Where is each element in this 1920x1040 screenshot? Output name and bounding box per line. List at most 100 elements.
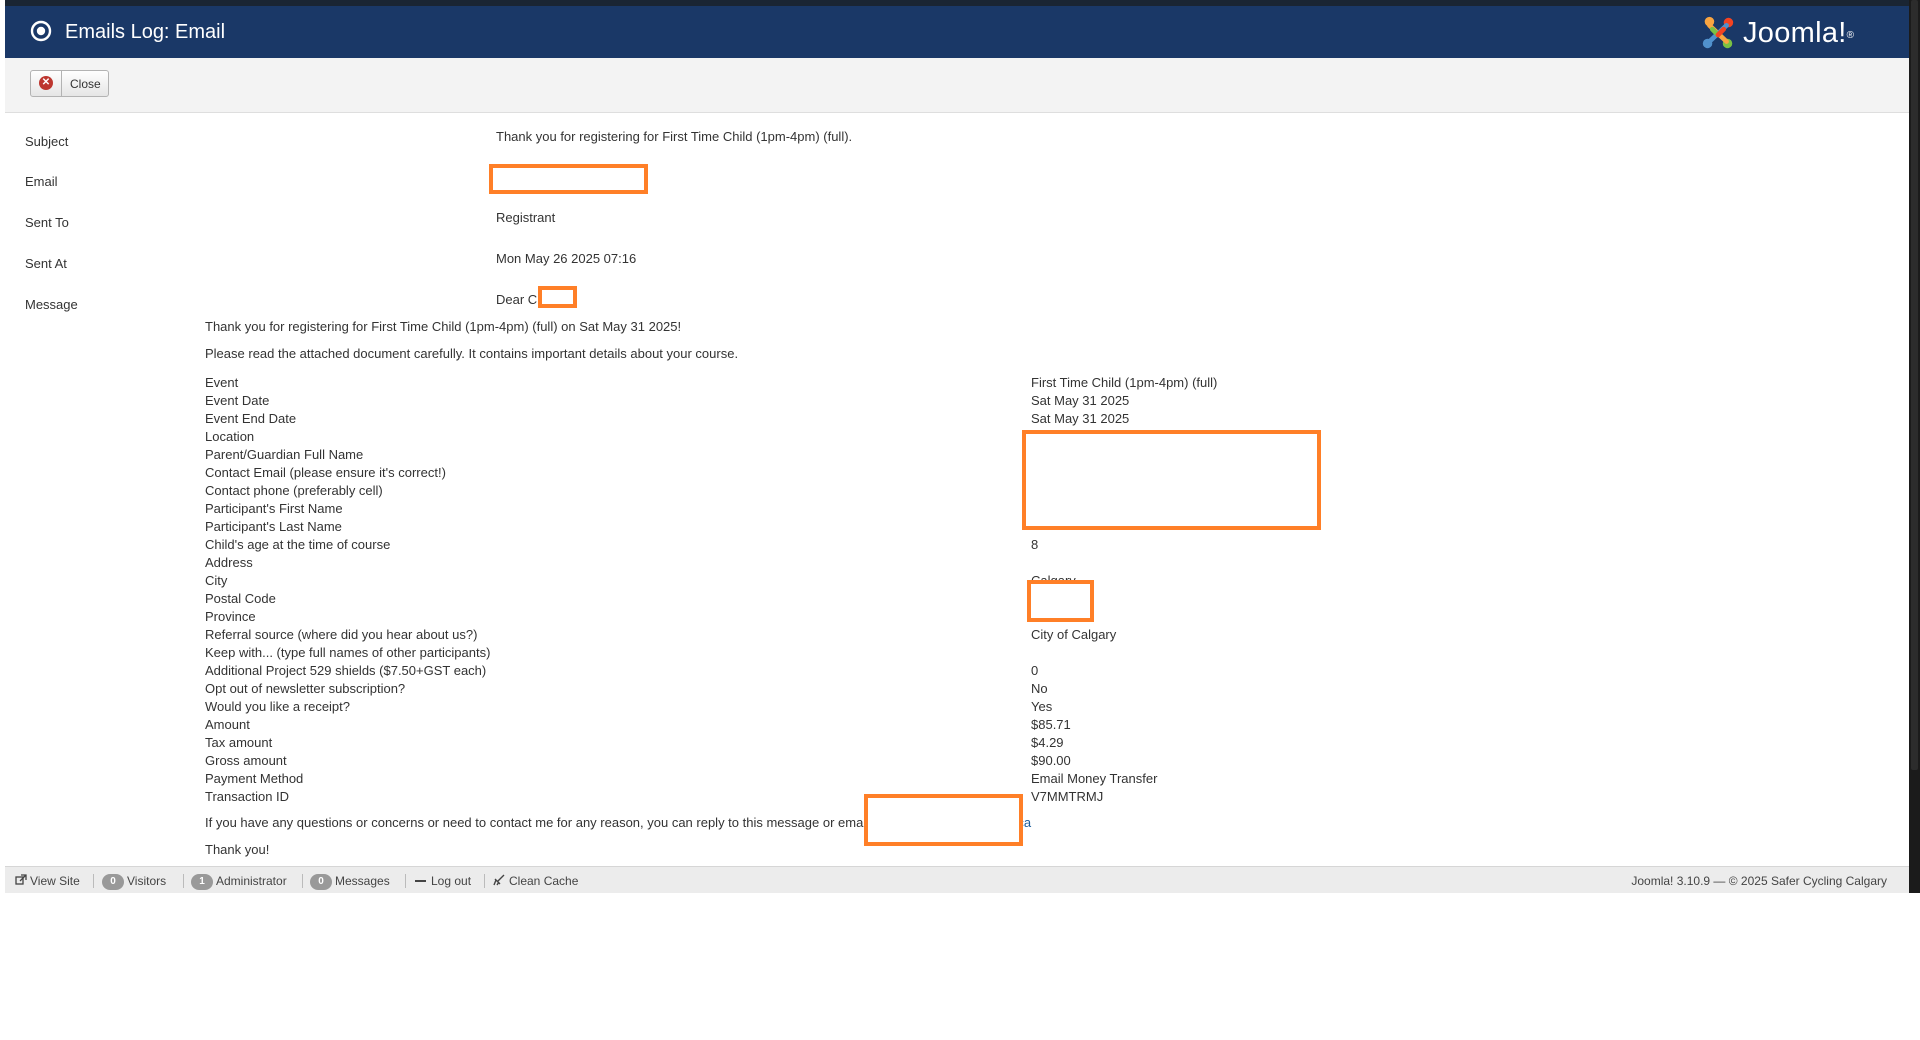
detail-key: Child's age at the time of course bbox=[205, 537, 391, 552]
detail-value: 0 bbox=[1031, 663, 1039, 678]
detail-key: Contact phone (preferably cell) bbox=[205, 483, 383, 498]
details-row: Gross amount $90.00 bbox=[205, 752, 1217, 770]
details-row: Event Date Sat May 31 2025 bbox=[205, 392, 1217, 410]
detail-value: 8 bbox=[1031, 537, 1039, 552]
page-title: Emails Log: Email bbox=[65, 21, 226, 43]
detail-value bbox=[1031, 554, 1217, 572]
radio-circle-icon bbox=[30, 20, 52, 42]
details-row: Additional Project 529 shields ($7.50+GS… bbox=[205, 662, 1217, 680]
messages-status[interactable]: 0 Messages bbox=[310, 874, 390, 890]
close-button[interactable]: ✕ Close bbox=[30, 70, 109, 97]
joomla-mark-icon bbox=[1702, 16, 1734, 49]
detail-key: Event Date bbox=[205, 393, 270, 408]
detail-value: V7MMTRMJ bbox=[1031, 789, 1104, 804]
minus-icon bbox=[415, 880, 426, 882]
detail-key: Keep with... (type full names of other p… bbox=[205, 645, 491, 660]
detail-value: Sat May 31 2025 bbox=[1031, 393, 1130, 408]
status-bar: View Site 0 Visitors 1 Administrator 0 Mess… bbox=[5, 866, 1909, 893]
close-icon: ✕ bbox=[39, 76, 53, 90]
detail-value: Sat May 31 2025 bbox=[1031, 411, 1130, 426]
detail-value: First Time Child (1pm-4pm) (full) bbox=[1031, 375, 1218, 390]
administrator-status[interactable]: 1 Administrator bbox=[191, 874, 287, 890]
view-site-link[interactable]: View Site bbox=[15, 874, 80, 888]
clean-cache-link[interactable]: Clean Cache bbox=[493, 874, 578, 888]
sent-to-value: Registrant bbox=[496, 210, 556, 225]
close-button-label: Close bbox=[70, 77, 101, 91]
details-row: Referral source (where did you hear abou… bbox=[205, 626, 1217, 644]
detail-key: Would you like a receipt? bbox=[205, 699, 351, 714]
external-link-icon bbox=[15, 874, 27, 885]
redaction-name bbox=[538, 286, 577, 308]
detail-key: Referral source (where did you hear abou… bbox=[205, 627, 478, 642]
detail-key: Contact Email (please ensure it's correc… bbox=[205, 465, 446, 480]
message-label: Message bbox=[25, 297, 78, 312]
sent-to-label: Sent To bbox=[25, 215, 69, 230]
redaction-postal-code bbox=[1027, 580, 1094, 622]
message-intro: Thank you for registering for First Time… bbox=[205, 319, 682, 334]
detail-key: Gross amount bbox=[205, 753, 287, 768]
detail-value bbox=[1031, 644, 1217, 662]
vertical-scrollbar[interactable] bbox=[1909, 0, 1920, 893]
detail-value: $90.00 bbox=[1031, 753, 1071, 768]
detail-key: Tax amount bbox=[205, 735, 273, 750]
details-row: Child's age at the time of course 8 bbox=[205, 536, 1217, 554]
email-label: Email bbox=[25, 174, 58, 189]
details-row: Event First Time Child (1pm-4pm) (full) bbox=[205, 374, 1217, 392]
detail-key: Opt out of newsletter subscription? bbox=[205, 681, 406, 696]
details-row: Opt out of newsletter subscription? No bbox=[205, 680, 1217, 698]
details-row: Would you like a receipt? Yes bbox=[205, 698, 1217, 716]
admin-window: Emails Log: Email Joomla!® ✕ Close Subje… bbox=[5, 0, 1909, 893]
separator bbox=[484, 874, 485, 888]
logout-link[interactable]: Log out bbox=[415, 874, 471, 888]
version-info: Joomla! 3.10.9 — © 2025 Safer Cycling Ca… bbox=[1631, 874, 1887, 888]
admin-count-badge: 1 bbox=[191, 874, 213, 890]
message-read-doc: Please read the attached document carefu… bbox=[205, 346, 739, 361]
detail-key: Payment Method bbox=[205, 771, 304, 786]
detail-key: Event End Date bbox=[205, 411, 297, 426]
close-icon-box: ✕ bbox=[31, 71, 62, 96]
messages-count-badge: 0 bbox=[310, 874, 332, 890]
details-row: Transaction ID V7MMTRMJ bbox=[205, 788, 1217, 806]
separator bbox=[183, 874, 184, 888]
details-row: Amount $85.71 bbox=[205, 716, 1217, 734]
separator bbox=[405, 874, 406, 888]
detail-value: Email Money Transfer bbox=[1031, 771, 1158, 786]
subject-value: Thank you for registering for First Time… bbox=[496, 129, 853, 144]
thank-you: Thank you! bbox=[205, 842, 270, 857]
sent-at-label: Sent At bbox=[25, 256, 67, 271]
page-header: Emails Log: Email Joomla!® bbox=[5, 6, 1909, 58]
detail-key: Province bbox=[205, 609, 256, 624]
details-row: Address bbox=[205, 554, 1217, 572]
visitors-count-badge: 0 bbox=[102, 874, 124, 890]
toolbar: ✕ Close bbox=[5, 58, 1909, 113]
scrollbar-thumb[interactable] bbox=[1911, 0, 1918, 770]
detail-key: Event bbox=[205, 375, 239, 390]
detail-key: Parent/Guardian Full Name bbox=[205, 447, 364, 462]
detail-key: Postal Code bbox=[205, 591, 276, 606]
detail-key: Participant's Last Name bbox=[205, 519, 342, 534]
subject-label: Subject bbox=[25, 134, 69, 149]
detail-key: Additional Project 529 shields ($7.50+GS… bbox=[205, 663, 487, 678]
joomla-logo[interactable]: Joomla!® bbox=[1699, 14, 1884, 52]
redaction-email bbox=[489, 164, 648, 194]
details-row: Payment Method Email Money Transfer bbox=[205, 770, 1217, 788]
detail-key: Amount bbox=[205, 717, 250, 732]
broom-icon bbox=[493, 874, 505, 886]
redaction-contact-email bbox=[864, 794, 1023, 846]
visitors-status[interactable]: 0 Visitors bbox=[102, 874, 166, 890]
detail-value: No bbox=[1031, 681, 1048, 696]
detail-value: $4.29 bbox=[1031, 735, 1064, 750]
separator bbox=[302, 874, 303, 888]
details-row: Keep with... (type full names of other p… bbox=[205, 644, 1217, 662]
detail-key: Participant's First Name bbox=[205, 501, 343, 516]
detail-value: City of Calgary bbox=[1031, 627, 1117, 642]
details-row: Tax amount $4.29 bbox=[205, 734, 1217, 752]
detail-key: Address bbox=[205, 555, 253, 570]
detail-key: City bbox=[205, 573, 228, 588]
details-row: Event End Date Sat May 31 2025 bbox=[205, 410, 1217, 428]
detail-key: Location bbox=[205, 429, 255, 444]
detail-value: Yes bbox=[1031, 699, 1053, 714]
redaction-personal-details bbox=[1022, 430, 1321, 530]
detail-value: $85.71 bbox=[1031, 717, 1071, 732]
joomla-wordmark: Joomla!® bbox=[1743, 17, 1855, 49]
